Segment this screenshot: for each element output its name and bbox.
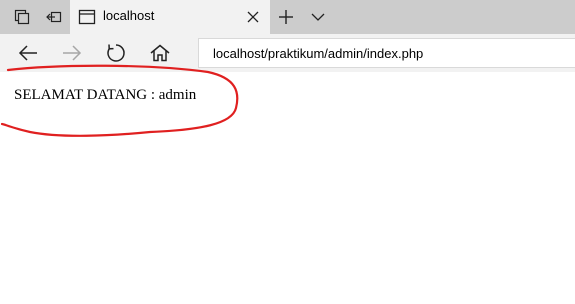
set-aside-tabs-icon[interactable] [40, 0, 68, 34]
page-icon [78, 9, 96, 25]
tab-title: localhost [103, 8, 155, 23]
address-bar[interactable]: localhost/praktikum/admin/index.php [198, 38, 575, 68]
red-circle-annotation [0, 64, 239, 137]
tab-localhost[interactable]: localhost [70, 0, 270, 34]
address-url[interactable]: localhost/praktikum/admin/index.php [213, 46, 423, 61]
close-icon[interactable] [246, 10, 260, 24]
chevron-down-icon[interactable] [304, 0, 332, 34]
plus-icon[interactable] [272, 0, 300, 34]
tab-bar: localhost [0, 0, 575, 34]
tab-preview-icon[interactable] [8, 0, 36, 34]
